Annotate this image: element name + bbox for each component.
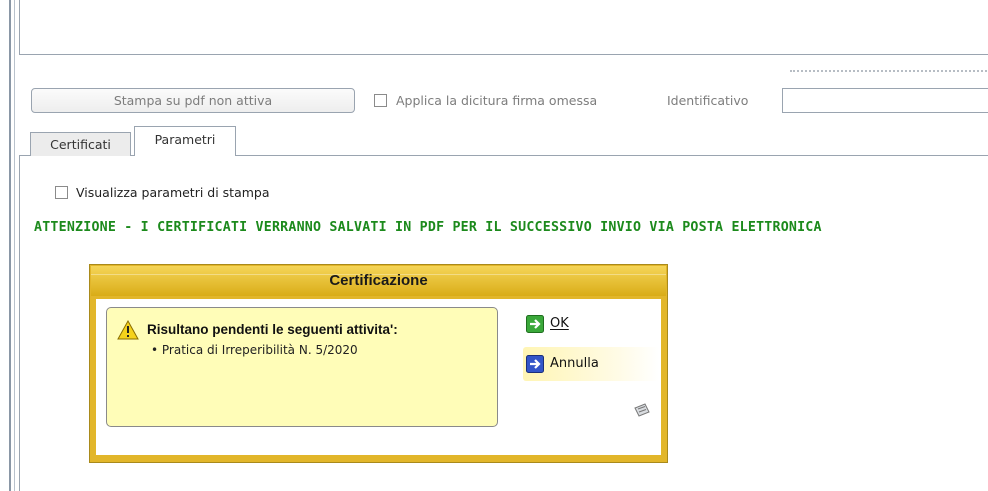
print-pdf-button[interactable]: Stampa su pdf non attiva [31, 88, 355, 113]
pdf-warning-text: ATTENZIONE - I CERTIFICATI VERRANNO SALV… [34, 220, 822, 235]
tab-certificati[interactable]: Certificati [30, 132, 131, 156]
active-tab-gap [135, 155, 235, 156]
identifier-label: Identificativo [667, 93, 749, 108]
ok-label: OK [550, 316, 569, 331]
message-title: Risultano pendenti le seguenti attivita'… [147, 322, 398, 337]
omit-signature-checkbox[interactable] [374, 94, 387, 107]
content-frame-left [19, 155, 20, 491]
cancel-label: Annulla [550, 356, 599, 371]
window-frame-left [9, 0, 11, 491]
message-box: Risultano pendenti le seguenti attivita'… [106, 307, 498, 427]
dialog-title: Certificazione [329, 272, 428, 289]
identifier-input[interactable] [782, 88, 988, 113]
tab-parametri[interactable]: Parametri [134, 126, 236, 156]
splitter-handle[interactable] [790, 70, 988, 72]
note-icon[interactable] [633, 402, 651, 418]
dialog-body: Risultano pendenti le seguenti attivita'… [96, 299, 661, 455]
warning-icon [117, 320, 139, 340]
arrow-right-icon [526, 315, 544, 333]
pending-activity-item: • Pratica di Irreperibilità N. 5/2020 [151, 343, 358, 357]
certificazione-dialog: Certificazione Risultano pendenti le seg… [89, 264, 668, 463]
dialog-title-bar[interactable]: Certificazione [91, 266, 666, 296]
arrow-right-icon [526, 355, 544, 373]
show-print-params-label: Visualizza parametri di stampa [76, 185, 270, 200]
show-print-params-checkbox[interactable] [55, 186, 68, 199]
omit-signature-label: Applica la dicitura firma omessa [396, 93, 598, 108]
ok-button[interactable]: OK [526, 315, 586, 335]
cancel-button[interactable]: Annulla [523, 347, 659, 381]
top-text-panel[interactable] [19, 0, 988, 55]
window-frame-left-inner [14, 0, 15, 491]
